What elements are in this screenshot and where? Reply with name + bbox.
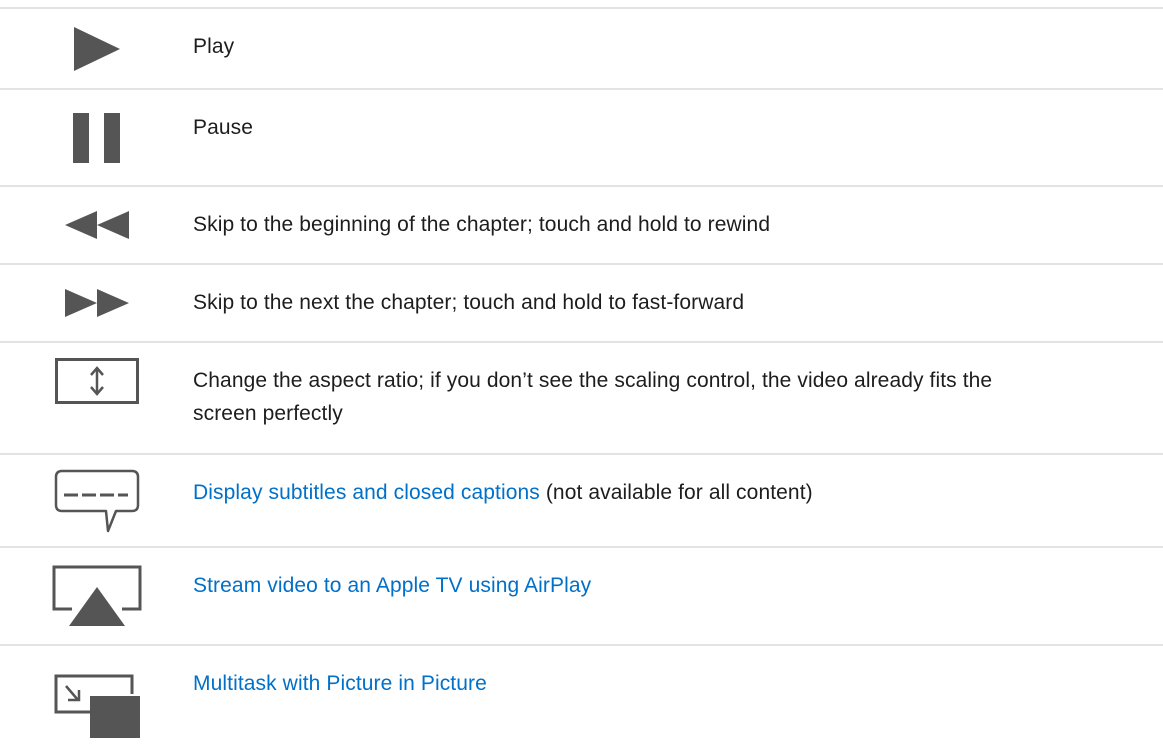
icon-cell bbox=[0, 548, 193, 644]
subtitles-link[interactable]: Display subtitles and closed captions bbox=[193, 481, 540, 504]
icon-cell bbox=[0, 265, 193, 341]
table-row: Stream video to an Apple TV using AirPla… bbox=[0, 548, 1163, 646]
row-description: Skip to the beginning of the chapter; to… bbox=[193, 213, 771, 236]
row-description: Stream video to an Apple TV using AirPla… bbox=[193, 548, 1163, 602]
table-row: Play bbox=[0, 9, 1163, 90]
table-row: Skip to the next the chapter; touch and … bbox=[0, 265, 1163, 343]
icon-cell bbox=[0, 343, 193, 418]
icon-cell bbox=[0, 187, 193, 263]
fast-forward-icon bbox=[64, 289, 129, 317]
pause-icon bbox=[72, 112, 120, 163]
row-description-suffix: (not available for all content) bbox=[539, 481, 813, 504]
table-row: Multitask with Picture in Picture bbox=[0, 646, 1163, 746]
picture-in-picture-link[interactable]: Multitask with Picture in Picture bbox=[193, 672, 487, 695]
table-row: Change the aspect ratio; if you don’t se… bbox=[0, 343, 1163, 455]
picture-in-picture-icon bbox=[54, 674, 140, 738]
row-description: Multitask with Picture in Picture bbox=[193, 646, 1163, 700]
table-row: Skip to the beginning of the chapter; to… bbox=[0, 187, 1163, 265]
airplay-link[interactable]: Stream video to an Apple TV using AirPla… bbox=[193, 574, 591, 597]
video-controls-table: Play Pause Skip to the beginning of the … bbox=[0, 7, 1163, 746]
rewind-icon bbox=[64, 211, 129, 239]
row-description: Skip to the next the chapter; touch and … bbox=[193, 291, 745, 314]
airplay-icon bbox=[52, 565, 141, 626]
icon-cell bbox=[0, 455, 193, 546]
icon-cell bbox=[0, 9, 193, 88]
aspect-ratio-icon bbox=[54, 357, 139, 404]
table-row: Display subtitles and closed captions (n… bbox=[0, 455, 1163, 548]
row-description: Display subtitles and closed captions (n… bbox=[193, 455, 1163, 509]
play-icon bbox=[73, 26, 120, 71]
table-row: Pause bbox=[0, 90, 1163, 187]
row-description: Pause bbox=[193, 116, 254, 139]
subtitles-icon bbox=[54, 469, 139, 532]
icon-cell bbox=[0, 90, 193, 185]
row-description: Play bbox=[193, 35, 235, 58]
row-description: Change the aspect ratio; if you don’t se… bbox=[193, 369, 993, 425]
icon-cell bbox=[0, 646, 193, 738]
